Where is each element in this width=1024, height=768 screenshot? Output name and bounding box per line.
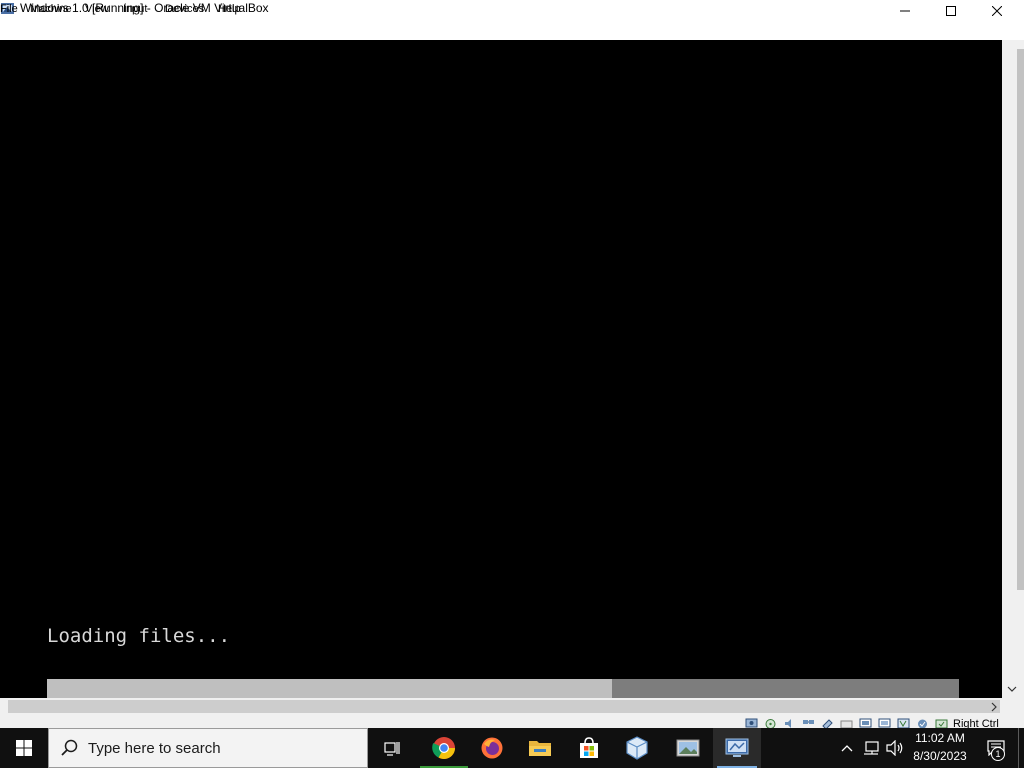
- menu-bar: [0, 21, 1024, 40]
- photos-button[interactable]: [664, 728, 712, 768]
- chevron-down-icon: [1007, 686, 1017, 692]
- maximize-button[interactable]: [928, 0, 974, 21]
- horizontal-scroll-thumb[interactable]: [8, 700, 1000, 713]
- firefox-button[interactable]: [468, 728, 516, 768]
- vm-display[interactable]: Loading files...: [0, 40, 1002, 698]
- task-view-icon: [384, 742, 400, 756]
- virtualbox-vm-button[interactable]: [713, 728, 761, 768]
- file-explorer-icon: [529, 741, 551, 756]
- vertical-scroll-thumb[interactable]: [1017, 49, 1024, 590]
- keyboard-icon[interactable]: [935, 718, 948, 728]
- volume-icon: [886, 740, 903, 756]
- cpu-icon[interactable]: [897, 718, 910, 728]
- minimize-icon: [900, 10, 910, 11]
- optical-drive-icon[interactable]: [764, 718, 777, 728]
- network-tray-button[interactable]: [862, 738, 880, 758]
- minimize-button[interactable]: [882, 0, 928, 21]
- virtualbox-manager-button[interactable]: [613, 728, 661, 768]
- virtualbox-manager-icon: [626, 736, 648, 760]
- audio-icon[interactable]: [783, 718, 796, 728]
- menu-machine[interactable]: Machine: [30, 3, 72, 16]
- clock-time[interactable]: 11:02 AM: [914, 731, 966, 745]
- menu-input[interactable]: Input: [123, 3, 147, 16]
- file-explorer-button[interactable]: [516, 728, 564, 768]
- menu-view[interactable]: View: [85, 3, 109, 16]
- microsoft-store-icon: [580, 737, 598, 758]
- search-placeholder: Type here to search: [88, 740, 221, 757]
- notification-count-badge: 1: [991, 747, 1005, 761]
- shared-folders-icon[interactable]: [840, 718, 853, 728]
- mouse-integration-icon[interactable]: [916, 718, 929, 728]
- recording-icon[interactable]: [878, 718, 891, 728]
- menu-help[interactable]: Help: [218, 3, 241, 16]
- loading-text: Loading files...: [47, 625, 231, 647]
- hard-disk-icon[interactable]: [745, 718, 758, 728]
- search-icon: [61, 739, 78, 756]
- clock-date[interactable]: 8/30/2023: [910, 749, 970, 763]
- network-tray-icon: [864, 741, 879, 755]
- menu-devices[interactable]: Devices: [165, 3, 204, 16]
- close-icon: [992, 5, 1002, 16]
- show-hidden-icons-icon: [841, 745, 853, 752]
- windows-logo-icon: [16, 740, 32, 756]
- display-icon[interactable]: [859, 718, 872, 728]
- show-hidden-icons-button[interactable]: [838, 738, 856, 758]
- scroll-down-button[interactable]: [1005, 683, 1019, 695]
- chrome-icon: [432, 737, 455, 759]
- loading-progress-fill: [47, 679, 613, 698]
- close-button[interactable]: [974, 0, 1020, 21]
- scroll-right-button[interactable]: [988, 700, 1000, 713]
- virtualbox-vm-icon: [725, 738, 749, 757]
- loading-progress-bar: [47, 679, 959, 698]
- network-icon[interactable]: [802, 718, 815, 728]
- firefox-icon: [481, 737, 503, 759]
- menu-file[interactable]: File: [0, 3, 18, 16]
- start-button[interactable]: [0, 728, 48, 768]
- show-desktop-button[interactable]: [1018, 728, 1024, 768]
- volume-button[interactable]: [886, 738, 904, 758]
- microsoft-store-button[interactable]: [565, 728, 613, 768]
- maximize-icon: [946, 5, 956, 16]
- task-view-button[interactable]: [368, 728, 416, 768]
- photos-icon: [676, 739, 700, 757]
- chevron-right-icon: [991, 702, 997, 711]
- usb-icon[interactable]: [821, 718, 834, 728]
- chrome-button[interactable]: [420, 728, 468, 768]
